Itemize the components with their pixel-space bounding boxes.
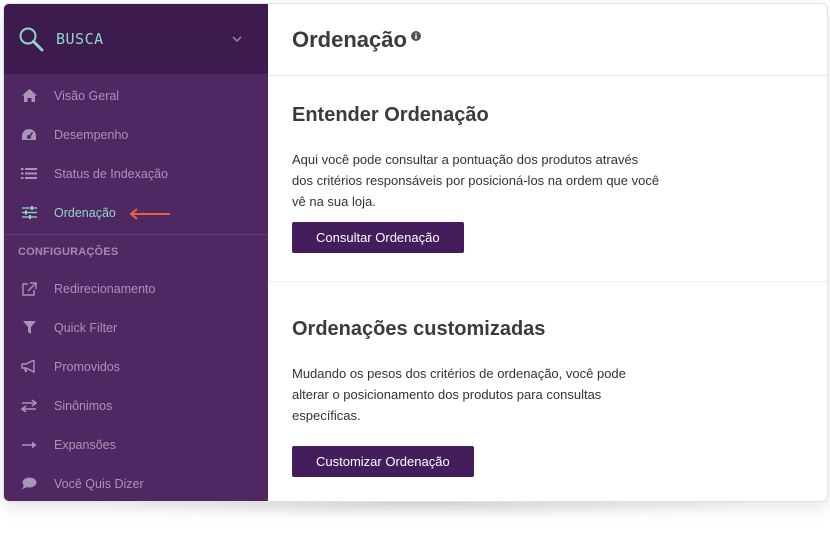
- list-icon: [19, 166, 39, 182]
- search-icon: [18, 25, 46, 53]
- section-heading: Ordenações customizadas: [292, 318, 546, 340]
- sidebar-item-label: Visão Geral: [54, 88, 120, 103]
- section-entender-ordenacao: Entender Ordenação Aqui você pode consul…: [268, 76, 827, 282]
- app-window: BUSCA Visão Geral Desempenho Status de I…: [3, 3, 828, 502]
- annotation-arrow-icon: [128, 207, 172, 220]
- section-description: Aqui você pode consultar a pontuação dos…: [292, 152, 660, 209]
- sidebar-item-expansoes[interactable]: Expansões: [4, 425, 268, 464]
- customizar-ordenacao-button[interactable]: Customizar Ordenação: [292, 446, 474, 477]
- page-header: Ordenação: [268, 4, 827, 76]
- sidebar-item-label: Ordenação: [54, 205, 116, 220]
- page-title: Ordenação: [292, 26, 407, 52]
- sidebar-item-voce-quis-dizer[interactable]: Você Quis Dizer: [4, 464, 268, 501]
- exchange-icon: [19, 398, 39, 414]
- sidebar-item-label: Quick Filter: [54, 320, 118, 335]
- info-icon[interactable]: [410, 28, 421, 41]
- sidebar-item-label: Desempenho: [54, 127, 129, 142]
- sidebar-item-sinonimos[interactable]: Sinônimos: [4, 386, 268, 425]
- consultar-ordenacao-button[interactable]: Consultar Ordenação: [292, 222, 464, 253]
- sidebar-item-label: Promovidos: [54, 359, 120, 374]
- sidebar-title: BUSCA: [56, 30, 104, 48]
- sidebar-item-label: Sinônimos: [54, 398, 113, 413]
- sliders-icon: [19, 205, 39, 221]
- home-icon: [19, 88, 39, 104]
- sidebar-menu-config: Redirecionamento Quick Filter Promovidos…: [4, 269, 268, 501]
- sidebar-item-visao-geral[interactable]: Visão Geral: [4, 76, 268, 115]
- sidebar-item-label: Status de Indexação: [54, 166, 168, 181]
- chevron-down-icon[interactable]: [230, 32, 244, 46]
- dashboard-icon: [19, 127, 39, 143]
- sidebar-item-quick-filter[interactable]: Quick Filter: [4, 308, 268, 347]
- filter-icon: [19, 320, 39, 336]
- comment-icon: [19, 476, 39, 492]
- sidebar-item-label: Redirecionamento: [54, 281, 156, 296]
- external-link-icon: [19, 281, 39, 297]
- sidebar-section-label: CONFIGURAÇÕES: [18, 246, 119, 258]
- sidebar-item-promovidos[interactable]: Promovidos: [4, 347, 268, 386]
- section-description: Mudando os pesos dos critérios de ordena…: [292, 366, 626, 423]
- section-ordenacoes-customizadas: Ordenações customizadas Mudando os pesos…: [268, 282, 827, 477]
- sidebar-item-label: Você Quis Dizer: [54, 476, 144, 491]
- arrow-right-icon: [19, 437, 39, 453]
- sidebar-header[interactable]: BUSCA: [4, 4, 268, 74]
- sidebar-menu-main: Visão Geral Desempenho Status de Indexaç…: [4, 74, 268, 232]
- sidebar-item-status-indexacao[interactable]: Status de Indexação: [4, 154, 268, 193]
- sidebar-item-label: Expansões: [54, 437, 116, 452]
- sidebar-item-desempenho[interactable]: Desempenho: [4, 115, 268, 154]
- sidebar: BUSCA Visão Geral Desempenho Status de I…: [4, 4, 268, 501]
- megaphone-icon: [19, 359, 39, 375]
- sidebar-item-redirecionamento[interactable]: Redirecionamento: [4, 269, 268, 308]
- main-content: Ordenação Entender Ordenação Aqui você p…: [268, 4, 827, 501]
- sidebar-item-ordenacao[interactable]: Ordenação: [4, 193, 268, 232]
- section-heading: Entender Ordenação: [292, 104, 489, 126]
